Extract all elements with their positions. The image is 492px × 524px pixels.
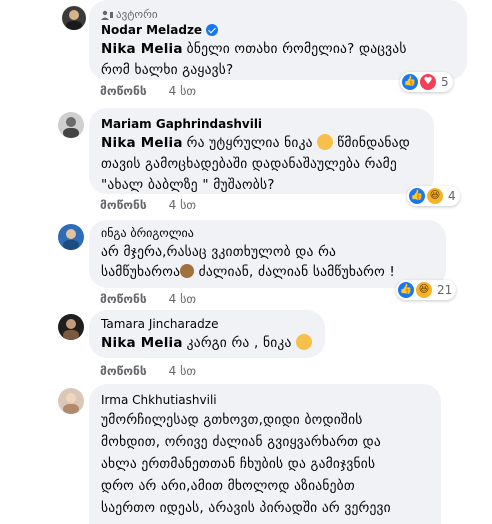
love-reaction-icon: ♥ [420,74,436,90]
author-name[interactable]: ინგა ბრიგოლია [101,225,194,241]
comment-line: ახლა ერთმანეთთან ჩხუბის და გამიჯვნის [101,456,376,472]
comment-line: მოხდით, ორივე ძალიან გვიყვარხართ და [101,434,381,450]
comment-text: არ მჯერა,რასაც ვკითხულობ და რა სამწუხარო… [101,242,434,282]
comment-actions: მოწონს 4 სთ [100,292,196,306]
like-button[interactable]: მოწონს [100,292,147,306]
comment-line: ბნელი ოთახი რომელია? დაცვას [186,41,407,57]
reaction-count: 4 [448,189,456,203]
author-name[interactable]: Tamara Jincharadze [101,316,218,332]
comment-line: სამწუხაროა [101,264,181,280]
author-name[interactable]: Mariam Gaphrindashvili [101,116,262,132]
smile-emoji [316,134,333,150]
avatar-image [63,229,79,250]
haha-reaction-icon: 😆 [416,282,432,298]
timestamp[interactable]: 4 სთ [169,198,196,212]
author-badge-icon [101,10,113,20]
comment-bubble: Irma Chkhutiashvili უმორჩილესად გთხოვთ,დ… [89,384,441,524]
author-name[interactable]: Irma Chkhutiashvili [101,392,217,408]
comment-line: ძალიან, ძალიან სამწუხარო ! [198,264,396,280]
comment-text: Nika Melia რა უტყრულია ნიკა წმინდანად თავ… [101,133,422,196]
comment-bubble: ავტორი Nodar Meladze Nika Melia ბნელი ოთა… [89,0,467,80]
like-button[interactable]: მოწონს [100,364,147,378]
comment-line: უმორჩილესად გთხოვთ,დიდი ბოდიშის [101,412,363,428]
comment-text: უმორჩილესად გთხოვთ,დიდი ბოდიშის მოხდით, … [101,409,429,519]
avatar-image [63,117,79,138]
haha-reaction-icon: 😆 [427,188,443,204]
comment-line: თავის გამოცხადებაში დადანაშაულება რამე [101,156,397,172]
like-reaction-icon: 👍 [398,282,414,298]
reaction-summary[interactable]: 👍 😆 21 [396,280,457,300]
author-name[interactable]: Nodar Meladze [101,22,202,38]
avatar[interactable] [58,224,84,250]
comment-text: Nika Melia კარგი რა , ნიკა [101,333,313,354]
verified-icon [206,24,219,36]
comment-line: საერთო იდეას, არავის პირადში არ ვერევი [101,500,391,516]
like-reaction-icon: 👍 [402,74,418,90]
like-button[interactable]: მოწონს [100,198,147,212]
comment-line: რა უტყრულია ნიკა [186,135,313,151]
avatar-image [63,393,79,414]
comment-line: არ მჯერა,რასაც ვკითხულობ და რა [101,244,337,260]
comment-line: კარგი რა , ნიკა [186,335,292,351]
comment-line: "ახალ ბაბლზე " მუშაობს? [101,177,275,193]
comment-actions: მოწონს 4 სთ [100,84,196,98]
avatar[interactable] [58,314,84,340]
avatar[interactable] [58,388,84,414]
badge-label: ავტორი [116,8,158,21]
comment-line: რომ ხალხი გაყავს? [101,62,234,78]
reaction-summary[interactable]: 👍 😆 4 [407,186,460,206]
comment-actions: მოწონს 4 სთ [100,364,196,378]
author-badge: ავტორი [101,8,455,21]
mention-tag[interactable]: Nika Melia [101,135,183,151]
reaction-summary[interactable]: 👍 ♥ 5 [400,72,453,92]
comment-line: დრო არ არი,ამით მხოლოდ აზიანებთ [101,478,355,494]
like-button[interactable]: მოწონს [100,84,147,98]
wow-emoji [295,334,312,350]
timestamp[interactable]: 4 სთ [169,84,196,98]
avatar[interactable] [58,112,84,138]
reaction-count: 21 [437,283,453,297]
avatar[interactable] [62,6,86,30]
reaction-count: 5 [441,75,449,89]
comment-line: წმინდანად [337,135,410,151]
comment-actions: მოწონს 4 სთ [100,198,196,212]
timestamp[interactable]: 4 სთ [169,364,196,378]
avatar-image [66,10,82,30]
timestamp[interactable]: 4 სთ [169,292,196,306]
comment-bubble: ინგა ბრიგოლია არ მჯერა,რასაც ვკითხულობ დ… [89,220,446,288]
like-reaction-icon: 👍 [409,188,425,204]
avatar-image [63,319,79,340]
comment-bubble: Tamara Jincharadze Nika Melia კარგი რა , … [89,310,325,358]
mention-tag[interactable]: Nika Melia [101,41,183,57]
monkey-emoji [180,264,195,278]
mention-tag[interactable]: Nika Melia [101,335,183,351]
comment-bubble: Mariam Gaphrindashvili Nika Melia რა უტყრ… [89,108,434,194]
